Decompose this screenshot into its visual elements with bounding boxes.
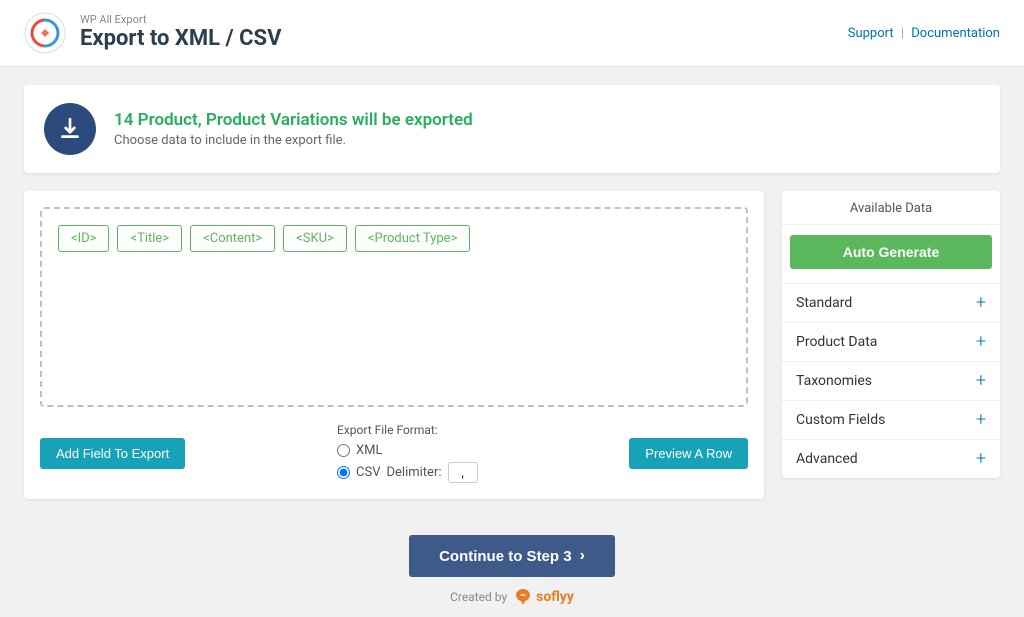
chevron-right-icon: ›: [580, 547, 585, 565]
section-plus-icon: +: [976, 450, 986, 468]
available-data-section[interactable]: Standard +: [782, 283, 1000, 322]
page-title: Export to XML / CSV: [80, 26, 281, 52]
created-by-text: Created by: [450, 590, 507, 604]
header-text: WP All Export Export to XML / CSV: [80, 13, 281, 53]
created-by: Created by soflyy: [450, 587, 574, 607]
documentation-link[interactable]: Documentation: [911, 26, 1000, 41]
bottom-bar: Add Field To Export Export File Format: …: [40, 423, 748, 483]
export-sub-text: Choose data to include in the export fil…: [114, 133, 473, 148]
available-data-section[interactable]: Advanced +: [782, 439, 1000, 478]
continue-button[interactable]: Continue to Step 3 ›: [409, 535, 615, 577]
available-data-title: Available Data: [782, 191, 1000, 225]
available-data-section[interactable]: Taxonomies +: [782, 361, 1000, 400]
section-plus-icon: +: [976, 372, 986, 390]
main-content: 14 Product, Product Variations will be e…: [0, 67, 1024, 517]
footer-area: Continue to Step 3 › Created by soflyy: [0, 517, 1024, 617]
drop-zone[interactable]: <ID> <Title> <Content> <SKU> <Product Type>: [40, 207, 748, 407]
export-count-suffix: Product, Product Variations will be expo…: [138, 110, 473, 130]
logo-icon: [24, 12, 66, 54]
xml-label: XML: [356, 443, 383, 458]
download-icon: [57, 116, 83, 142]
export-format: Export File Format: XML CSV Delimiter:: [337, 423, 477, 483]
section-label: Taxonomies: [796, 373, 872, 389]
header-links: Support | Documentation: [848, 26, 1000, 41]
csv-label: CSV: [356, 465, 380, 480]
section-label: Custom Fields: [796, 412, 885, 428]
app-name: WP All Export: [80, 13, 281, 26]
field-chip[interactable]: <Title>: [117, 225, 182, 252]
support-link[interactable]: Support: [848, 26, 894, 41]
auto-generate-button[interactable]: Auto Generate: [790, 235, 992, 269]
section-plus-icon: +: [976, 333, 986, 351]
info-banner: 14 Product, Product Variations will be e…: [24, 85, 1000, 173]
field-chip[interactable]: <Content>: [190, 225, 275, 252]
soflyy-brand-text: soflyy: [536, 589, 574, 605]
soflyy-logo-icon: [513, 587, 533, 607]
xml-radio[interactable]: [337, 444, 350, 457]
section-plus-icon: +: [976, 294, 986, 312]
export-count: 14: [114, 110, 133, 130]
info-text: 14 Product, Product Variations will be e…: [114, 110, 473, 148]
two-col-layout: <ID><Title><Content><SKU><Product Type> …: [24, 191, 1000, 499]
csv-radio[interactable]: [337, 466, 350, 479]
left-panel: <ID><Title><Content><SKU><Product Type> …: [24, 191, 764, 499]
header: WP All Export Export to XML / CSV Suppor…: [0, 0, 1024, 67]
available-data-section[interactable]: Product Data +: [782, 322, 1000, 361]
continue-label: Continue to Step 3: [439, 548, 572, 565]
csv-radio-row: CSV Delimiter:: [337, 462, 477, 483]
section-label: Advanced: [796, 451, 858, 467]
field-chip[interactable]: <ID>: [58, 225, 109, 252]
field-chip[interactable]: <Product Type>: [355, 225, 470, 252]
delimiter-label: Delimiter:: [386, 465, 441, 480]
section-plus-icon: +: [976, 411, 986, 429]
field-chip[interactable]: <SKU>: [283, 225, 347, 252]
export-format-label: Export File Format:: [337, 423, 477, 437]
available-data-section[interactable]: Custom Fields +: [782, 400, 1000, 439]
section-label: Standard: [796, 295, 852, 311]
sections-container: Standard+Product Data+Taxonomies+Custom …: [782, 283, 1000, 478]
header-left: WP All Export Export to XML / CSV: [24, 12, 281, 54]
preview-button[interactable]: Preview A Row: [629, 438, 748, 469]
section-label: Product Data: [796, 334, 877, 350]
right-panel: Available Data Auto Generate Standard+Pr…: [782, 191, 1000, 478]
add-field-button[interactable]: Add Field To Export: [40, 438, 185, 469]
info-icon-wrap: [44, 103, 96, 155]
delimiter-input[interactable]: [448, 462, 478, 483]
fields-row: <ID> <Title> <Content> <SKU> <Product Type>: [58, 225, 730, 252]
export-count-text: 14 Product, Product Variations will be e…: [114, 110, 473, 130]
xml-radio-row: XML: [337, 443, 477, 458]
link-separator: |: [901, 26, 904, 41]
soflyy-logo: soflyy: [513, 587, 574, 607]
